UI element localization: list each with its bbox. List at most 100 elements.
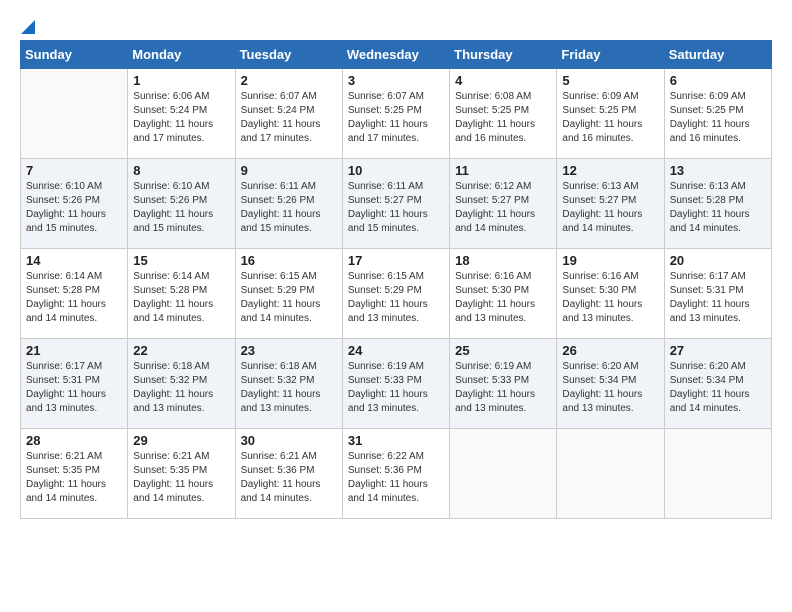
day-number: 17 xyxy=(348,253,444,268)
day-number: 25 xyxy=(455,343,551,358)
day-info: Sunrise: 6:10 AMSunset: 5:26 PMDaylight:… xyxy=(133,180,229,236)
logo-icon xyxy=(21,20,35,34)
calendar-cell: 17 Sunrise: 6:15 AMSunset: 5:29 PMDayligh… xyxy=(342,249,449,339)
day-info: Sunrise: 6:19 AMSunset: 5:33 PMDaylight:… xyxy=(348,360,444,416)
day-header-tuesday: Tuesday xyxy=(235,41,342,69)
calendar-cell: 13 Sunrise: 6:13 AMSunset: 5:28 PMDayligh… xyxy=(664,159,771,249)
day-info: Sunrise: 6:13 AMSunset: 5:28 PMDaylight:… xyxy=(670,180,766,236)
day-number: 10 xyxy=(348,163,444,178)
day-number: 28 xyxy=(26,433,122,448)
calendar-week-1: 1 Sunrise: 6:06 AMSunset: 5:24 PMDaylight… xyxy=(21,69,772,159)
day-info: Sunrise: 6:20 AMSunset: 5:34 PMDaylight:… xyxy=(670,360,766,416)
calendar-cell: 8 Sunrise: 6:10 AMSunset: 5:26 PMDaylight… xyxy=(128,159,235,249)
day-number: 22 xyxy=(133,343,229,358)
day-info: Sunrise: 6:21 AMSunset: 5:36 PMDaylight:… xyxy=(241,450,337,506)
calendar-cell: 25 Sunrise: 6:19 AMSunset: 5:33 PMDayligh… xyxy=(450,339,557,429)
day-info: Sunrise: 6:07 AMSunset: 5:25 PMDaylight:… xyxy=(348,90,444,146)
calendar-cell: 20 Sunrise: 6:17 AMSunset: 5:31 PMDayligh… xyxy=(664,249,771,339)
calendar-cell: 3 Sunrise: 6:07 AMSunset: 5:25 PMDaylight… xyxy=(342,69,449,159)
day-number: 29 xyxy=(133,433,229,448)
day-info: Sunrise: 6:10 AMSunset: 5:26 PMDaylight:… xyxy=(26,180,122,236)
calendar-table: SundayMondayTuesdayWednesdayThursdayFrid… xyxy=(20,40,772,519)
day-number: 3 xyxy=(348,73,444,88)
calendar-week-5: 28 Sunrise: 6:21 AMSunset: 5:35 PMDayligh… xyxy=(21,429,772,519)
calendar-cell: 11 Sunrise: 6:12 AMSunset: 5:27 PMDayligh… xyxy=(450,159,557,249)
calendar-cell: 24 Sunrise: 6:19 AMSunset: 5:33 PMDayligh… xyxy=(342,339,449,429)
day-info: Sunrise: 6:18 AMSunset: 5:32 PMDaylight:… xyxy=(241,360,337,416)
day-info: Sunrise: 6:09 AMSunset: 5:25 PMDaylight:… xyxy=(670,90,766,146)
calendar-cell: 16Sunrise: 6:15 AMSunset: 5:29 PMDayligh… xyxy=(235,249,342,339)
day-number: 13 xyxy=(670,163,766,178)
day-info: Sunrise: 6:07 AMSunset: 5:24 PMDaylight:… xyxy=(241,90,337,146)
day-info: Sunrise: 6:21 AMSunset: 5:35 PMDaylight:… xyxy=(133,450,229,506)
day-info: Sunrise: 6:08 AMSunset: 5:25 PMDaylight:… xyxy=(455,90,551,146)
calendar-cell xyxy=(21,69,128,159)
day-info: Sunrise: 6:16 AMSunset: 5:30 PMDaylight:… xyxy=(455,270,551,326)
calendar-cell: 31 Sunrise: 6:22 AMSunset: 5:36 PMDayligh… xyxy=(342,429,449,519)
calendar-cell: 6 Sunrise: 6:09 AMSunset: 5:25 PMDaylight… xyxy=(664,69,771,159)
calendar-cell: 7Sunrise: 6:10 AMSunset: 5:26 PMDaylight… xyxy=(21,159,128,249)
day-number: 27 xyxy=(670,343,766,358)
day-number: 15 xyxy=(133,253,229,268)
day-number: 18 xyxy=(455,253,551,268)
calendar-cell: 14Sunrise: 6:14 AMSunset: 5:28 PMDayligh… xyxy=(21,249,128,339)
day-number: 19 xyxy=(562,253,658,268)
day-number: 26 xyxy=(562,343,658,358)
day-number: 8 xyxy=(133,163,229,178)
calendar-cell: 12Sunrise: 6:13 AMSunset: 5:27 PMDayligh… xyxy=(557,159,664,249)
day-info: Sunrise: 6:22 AMSunset: 5:36 PMDaylight:… xyxy=(348,450,444,506)
day-info: Sunrise: 6:13 AMSunset: 5:27 PMDaylight:… xyxy=(562,180,658,236)
day-info: Sunrise: 6:11 AMSunset: 5:27 PMDaylight:… xyxy=(348,180,444,236)
day-header-monday: Monday xyxy=(128,41,235,69)
day-header-friday: Friday xyxy=(557,41,664,69)
day-number: 24 xyxy=(348,343,444,358)
calendar-cell: 21 Sunrise: 6:17 AMSunset: 5:31 PMDayligh… xyxy=(21,339,128,429)
day-number: 21 xyxy=(26,343,122,358)
day-number: 31 xyxy=(348,433,444,448)
day-number: 5 xyxy=(562,73,658,88)
calendar-cell: 22Sunrise: 6:18 AMSunset: 5:32 PMDayligh… xyxy=(128,339,235,429)
calendar-cell: 4 Sunrise: 6:08 AMSunset: 5:25 PMDaylight… xyxy=(450,69,557,159)
day-number: 6 xyxy=(670,73,766,88)
day-header-sunday: Sunday xyxy=(21,41,128,69)
calendar-cell: 1 Sunrise: 6:06 AMSunset: 5:24 PMDaylight… xyxy=(128,69,235,159)
day-info: Sunrise: 6:17 AMSunset: 5:31 PMDaylight:… xyxy=(670,270,766,326)
calendar-cell: 18 Sunrise: 6:16 AMSunset: 5:30 PMDayligh… xyxy=(450,249,557,339)
day-info: Sunrise: 6:09 AMSunset: 5:25 PMDaylight:… xyxy=(562,90,658,146)
calendar-cell: 27 Sunrise: 6:20 AMSunset: 5:34 PMDayligh… xyxy=(664,339,771,429)
day-header-thursday: Thursday xyxy=(450,41,557,69)
day-number: 9 xyxy=(241,163,337,178)
day-header-saturday: Saturday xyxy=(664,41,771,69)
day-number: 23 xyxy=(241,343,337,358)
calendar-cell: 5 Sunrise: 6:09 AMSunset: 5:25 PMDaylight… xyxy=(557,69,664,159)
logo xyxy=(20,20,36,30)
calendar-cell: 28 Sunrise: 6:21 AMSunset: 5:35 PMDayligh… xyxy=(21,429,128,519)
calendar-cell xyxy=(664,429,771,519)
day-info: Sunrise: 6:15 AMSunset: 5:29 PMDaylight:… xyxy=(348,270,444,326)
day-number: 11 xyxy=(455,163,551,178)
calendar-cell xyxy=(557,429,664,519)
day-info: Sunrise: 6:17 AMSunset: 5:31 PMDaylight:… xyxy=(26,360,122,416)
day-number: 4 xyxy=(455,73,551,88)
day-number: 14 xyxy=(26,253,122,268)
calendar-cell xyxy=(450,429,557,519)
day-info: Sunrise: 6:19 AMSunset: 5:33 PMDaylight:… xyxy=(455,360,551,416)
day-number: 16 xyxy=(241,253,337,268)
day-info: Sunrise: 6:20 AMSunset: 5:34 PMDaylight:… xyxy=(562,360,658,416)
day-info: Sunrise: 6:12 AMSunset: 5:27 PMDaylight:… xyxy=(455,180,551,236)
calendar-cell: 23 Sunrise: 6:18 AMSunset: 5:32 PMDayligh… xyxy=(235,339,342,429)
calendar-cell: 26 Sunrise: 6:20 AMSunset: 5:34 PMDayligh… xyxy=(557,339,664,429)
day-header-wednesday: Wednesday xyxy=(342,41,449,69)
calendar-week-4: 21 Sunrise: 6:17 AMSunset: 5:31 PMDayligh… xyxy=(21,339,772,429)
day-number: 2 xyxy=(241,73,337,88)
day-number: 20 xyxy=(670,253,766,268)
day-number: 30 xyxy=(241,433,337,448)
day-info: Sunrise: 6:16 AMSunset: 5:30 PMDaylight:… xyxy=(562,270,658,326)
day-info: Sunrise: 6:06 AMSunset: 5:24 PMDaylight:… xyxy=(133,90,229,146)
calendar-cell: 30 Sunrise: 6:21 AMSunset: 5:36 PMDayligh… xyxy=(235,429,342,519)
calendar-cell: 15Sunrise: 6:14 AMSunset: 5:28 PMDayligh… xyxy=(128,249,235,339)
day-info: Sunrise: 6:21 AMSunset: 5:35 PMDaylight:… xyxy=(26,450,122,506)
calendar-cell: 10 Sunrise: 6:11 AMSunset: 5:27 PMDayligh… xyxy=(342,159,449,249)
day-number: 1 xyxy=(133,73,229,88)
calendar-cell: 19 Sunrise: 6:16 AMSunset: 5:30 PMDayligh… xyxy=(557,249,664,339)
